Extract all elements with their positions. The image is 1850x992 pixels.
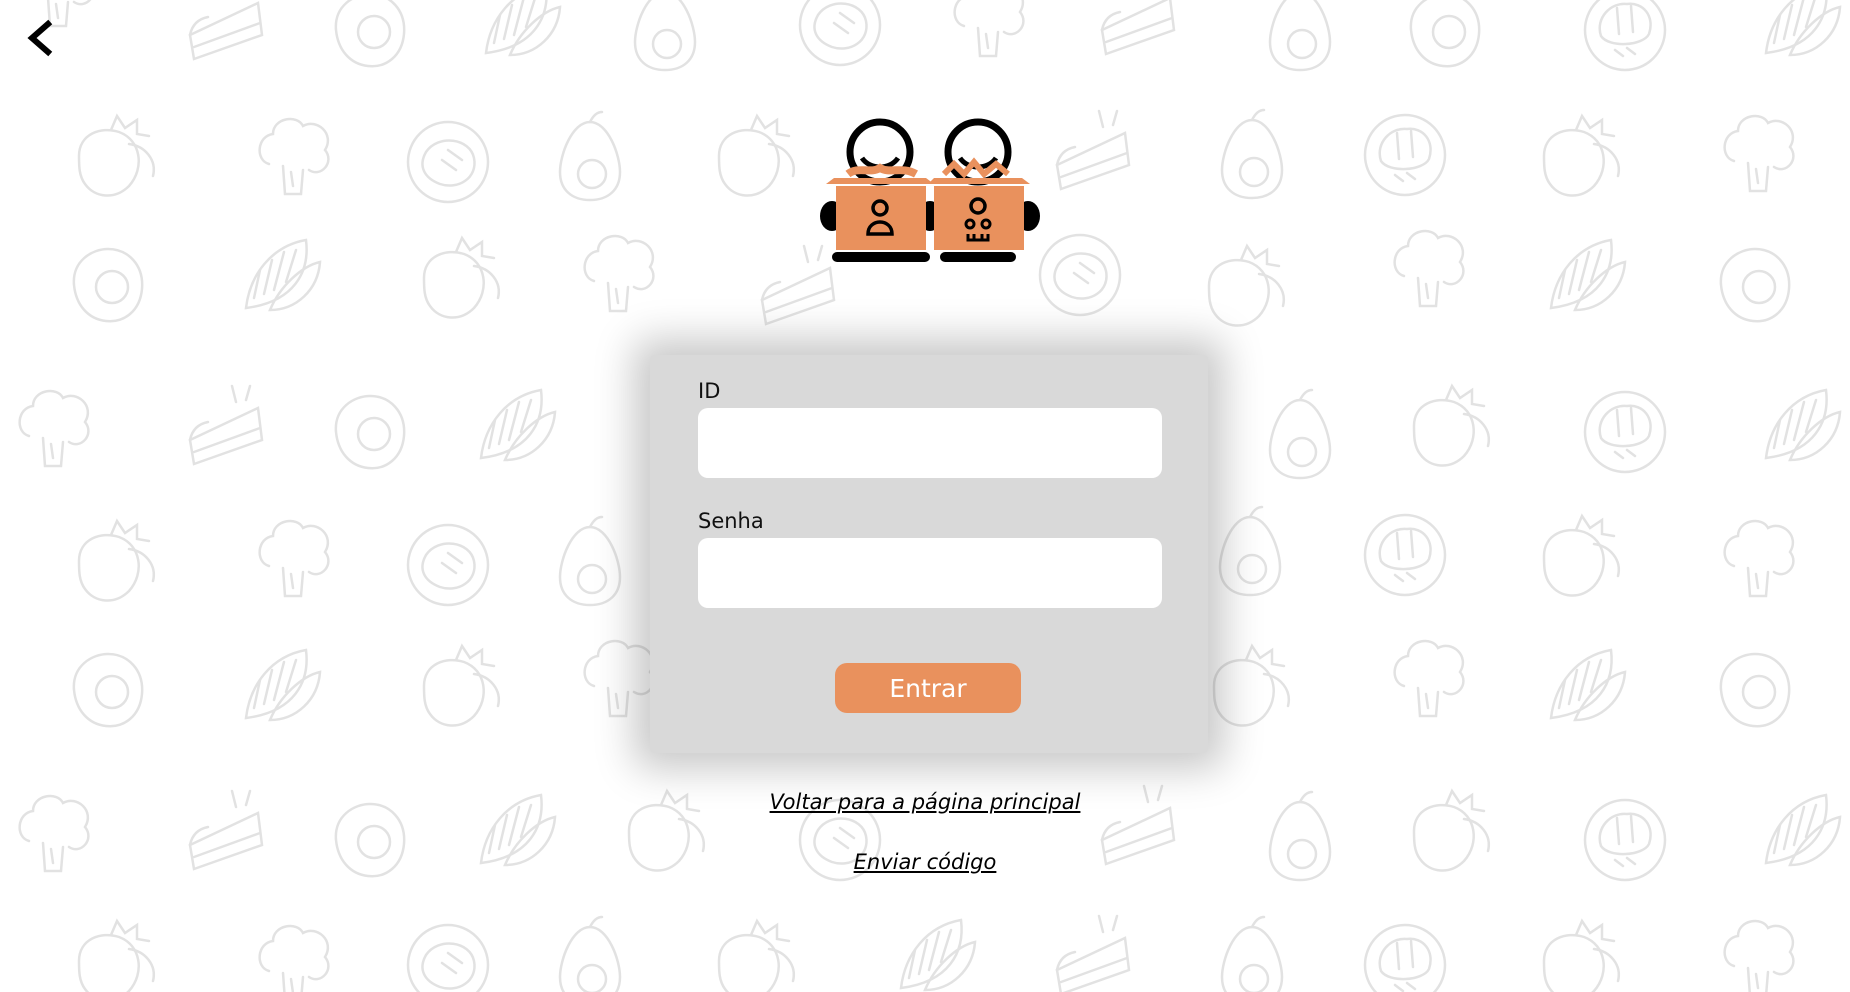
id-input[interactable] xyxy=(698,408,1162,478)
login-page: ID Senha Entrar Voltar para a página pri… xyxy=(0,0,1850,992)
submit-button[interactable]: Entrar xyxy=(835,663,1021,713)
send-code-link[interactable]: Enviar código xyxy=(0,850,1850,874)
login-card: ID Senha Entrar xyxy=(650,355,1208,753)
back-button[interactable] xyxy=(20,18,60,58)
left-mascot xyxy=(820,118,942,262)
pattern-band-7 xyxy=(77,914,1795,992)
id-label: ID xyxy=(698,379,721,403)
password-label: Senha xyxy=(698,509,764,533)
delivery-mascots-logo xyxy=(820,118,1040,262)
right-mascot xyxy=(928,118,1040,262)
home-link[interactable]: Voltar para a página principal xyxy=(0,790,1850,814)
pattern-top-row xyxy=(23,0,1842,72)
password-input[interactable] xyxy=(698,538,1162,608)
chevron-left-icon xyxy=(27,19,53,57)
